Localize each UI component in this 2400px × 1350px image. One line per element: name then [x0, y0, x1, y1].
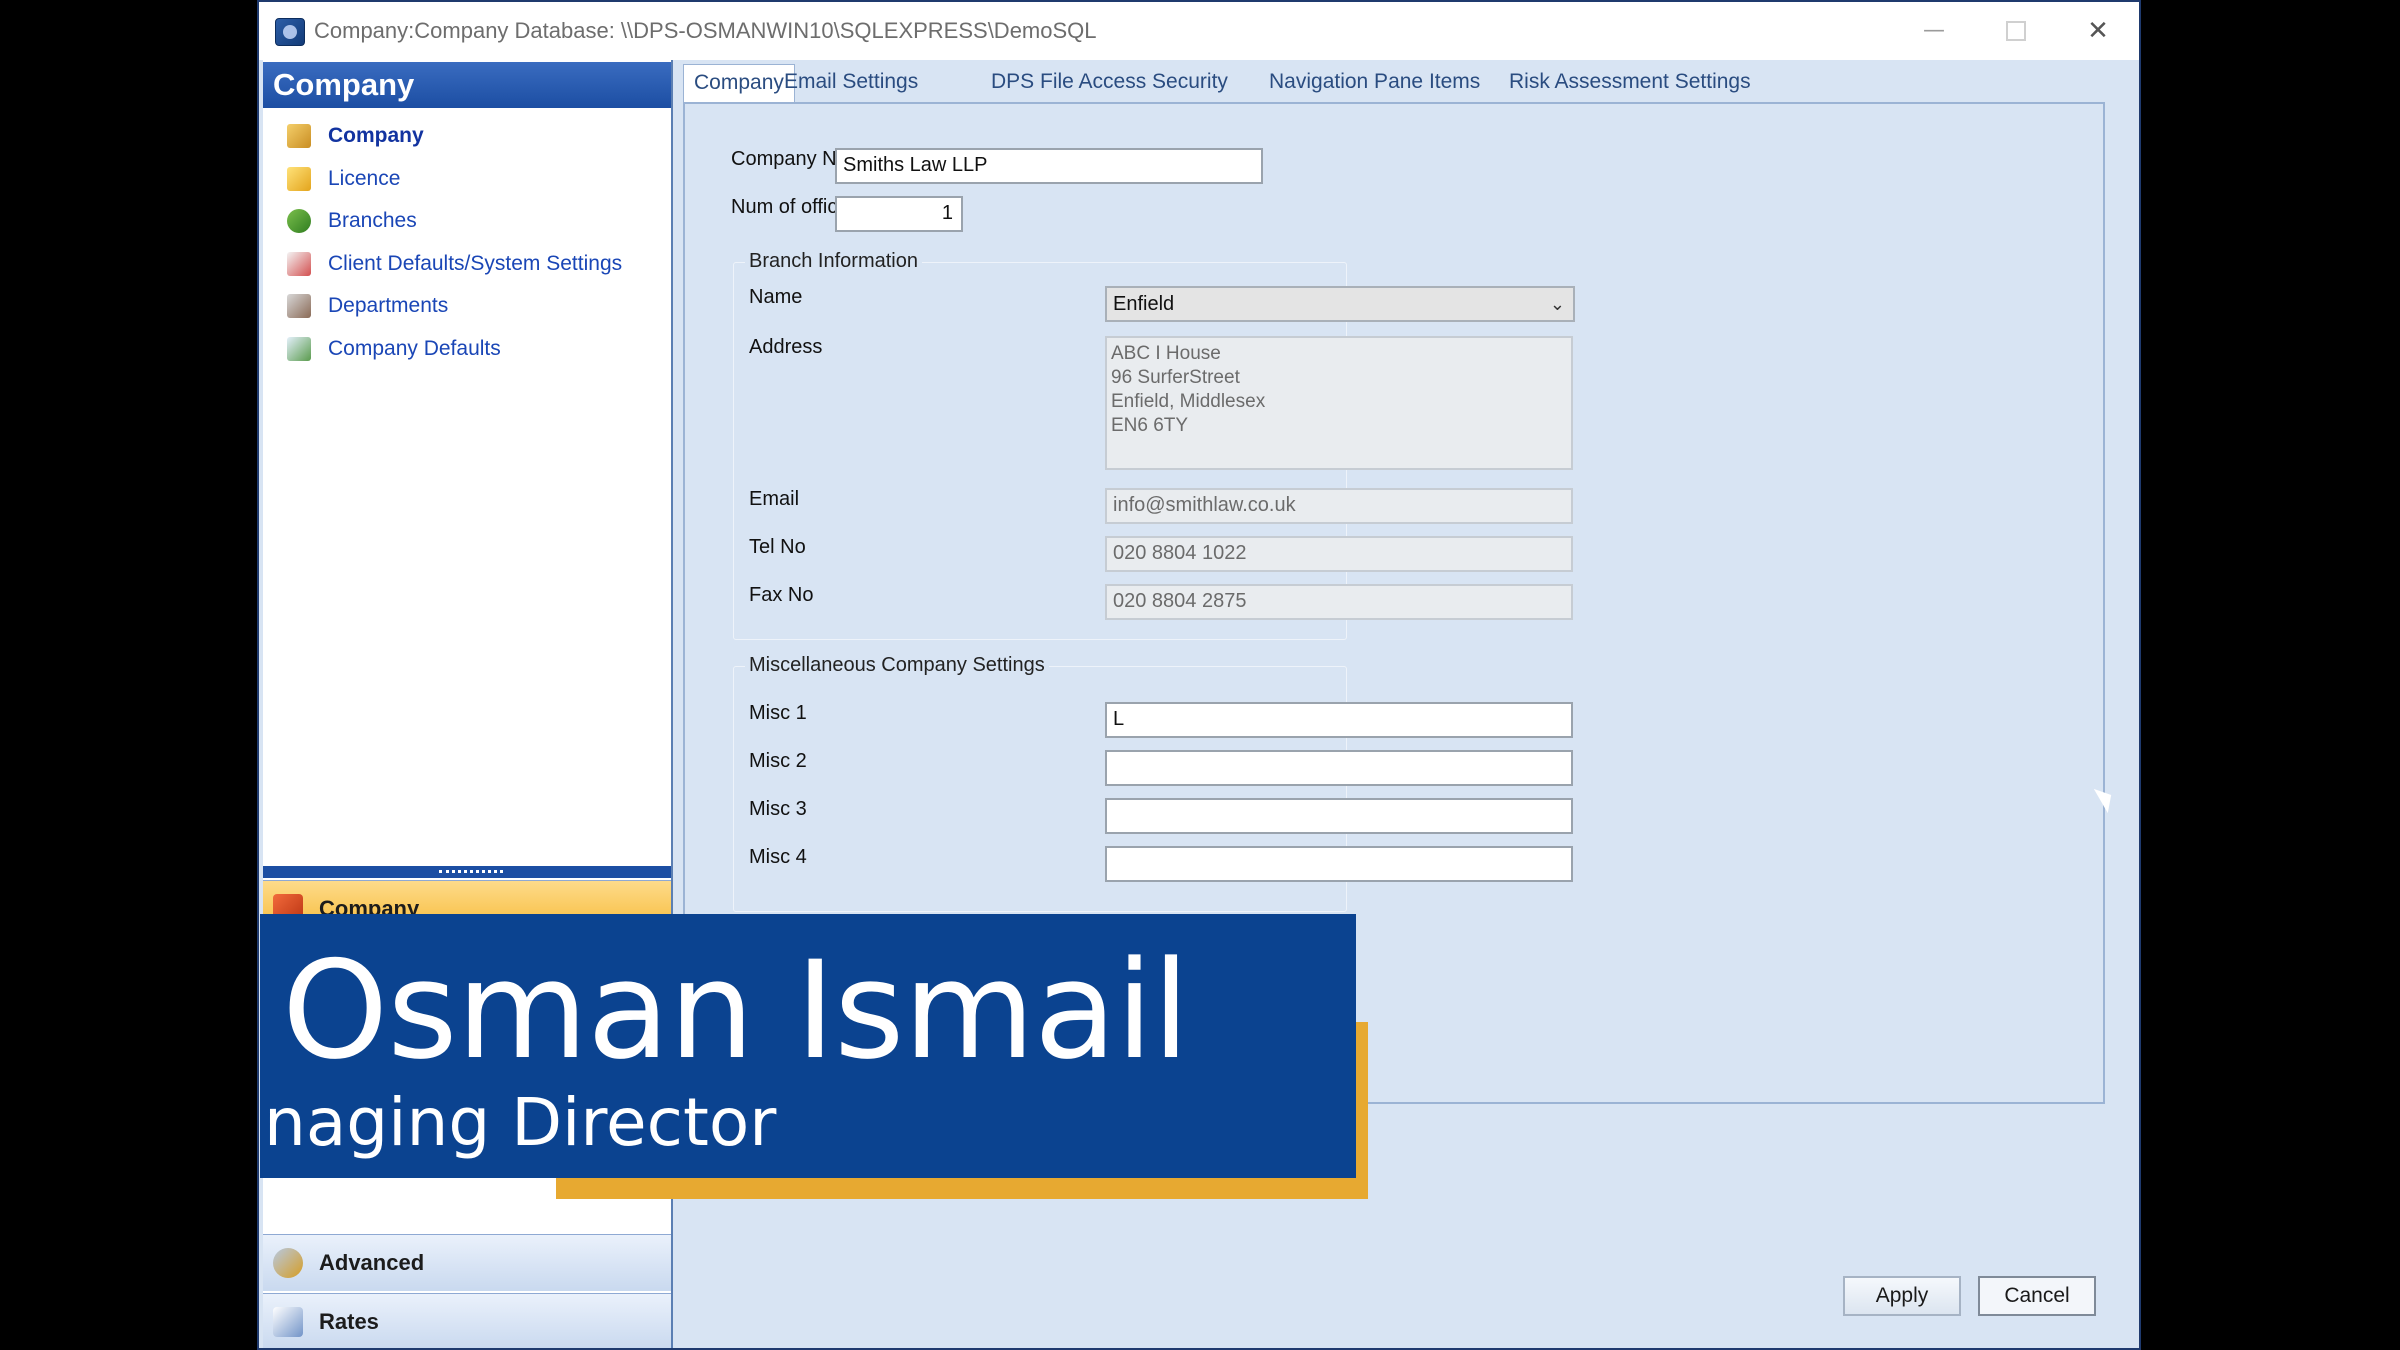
- address-line: EN6 6TY: [1111, 415, 1189, 436]
- nav-button-rates[interactable]: Rates: [263, 1293, 671, 1348]
- address-line: ABC I House: [1111, 343, 1221, 364]
- tel-label: Tel No: [749, 536, 806, 558]
- maximize-button[interactable]: [1997, 14, 2035, 48]
- close-button[interactable]: ✕: [2079, 14, 2117, 48]
- num-offices-input[interactable]: 1: [835, 196, 963, 232]
- licence-icon: [287, 166, 311, 191]
- misc4-label: Misc 4: [749, 846, 807, 868]
- nav-item-label: Company: [328, 124, 424, 148]
- misc3-input[interactable]: [1105, 798, 1573, 834]
- nav-item-label: Departments: [328, 294, 449, 318]
- email-field[interactable]: info@smithlaw.co.uk: [1105, 488, 1573, 524]
- nav-button-label: Advanced: [319, 1250, 425, 1275]
- company-icon: [287, 124, 311, 149]
- advanced-icon: [273, 1248, 303, 1278]
- window-title: Company:Company Database: \\DPS-OSMANWIN…: [314, 18, 1097, 43]
- tel-field[interactable]: 020 8804 1022: [1105, 536, 1573, 572]
- title-bar[interactable]: Company:Company Database: \\DPS-OSMANWIN…: [259, 2, 2139, 60]
- branch-name-value: Enfield: [1113, 293, 1175, 315]
- address-line: 96 SurferStreet: [1111, 367, 1240, 388]
- client-defaults-icon: [287, 251, 311, 276]
- nav-item-label: Client Defaults/System Settings: [328, 251, 623, 275]
- tab-navigation-pane-items[interactable]: Navigation Pane Items: [1259, 64, 1490, 102]
- tab-risk-assessment-settings[interactable]: Risk Assessment Settings: [1499, 64, 1761, 102]
- tab-dps-file-access-security[interactable]: DPS File Access Security: [981, 64, 1238, 102]
- address-label: Address: [749, 336, 823, 358]
- nav-list: Company Licence Branches Client Defaults…: [263, 115, 671, 370]
- branch-information-title: Branch Information: [745, 250, 922, 273]
- maximize-icon: [2006, 21, 2026, 41]
- misc3-label: Misc 3: [749, 798, 807, 820]
- presenter-role: naging Director: [264, 1084, 777, 1161]
- misc4-input[interactable]: [1105, 846, 1573, 882]
- misc1-input[interactable]: L: [1105, 702, 1573, 738]
- minimize-button[interactable]: —: [1915, 14, 1953, 48]
- nav-item-label: Branches: [328, 209, 417, 233]
- chevron-down-icon: ⌄: [1549, 294, 1565, 315]
- misc-settings-title: Miscellaneous Company Settings: [745, 654, 1049, 677]
- rates-icon: [273, 1307, 303, 1337]
- nav-item-company[interactable]: Company: [263, 115, 671, 158]
- fax-field[interactable]: 020 8804 2875: [1105, 584, 1573, 620]
- cancel-button[interactable]: Cancel: [1978, 1276, 2096, 1316]
- departments-icon: [287, 294, 311, 319]
- company-name-input[interactable]: Smiths Law LLP: [835, 148, 1263, 184]
- nav-item-branches[interactable]: Branches: [263, 200, 671, 243]
- misc2-input[interactable]: [1105, 750, 1573, 786]
- misc2-label: Misc 2: [749, 750, 807, 772]
- nav-item-departments[interactable]: Departments: [263, 285, 671, 328]
- nav-header: Company: [263, 62, 671, 108]
- branch-name-dropdown[interactable]: Enfield ⌄: [1105, 286, 1575, 322]
- nav-button-label: Rates: [319, 1309, 379, 1334]
- nav-button-advanced[interactable]: Advanced: [263, 1234, 671, 1291]
- nav-item-company-defaults[interactable]: Company Defaults: [263, 328, 671, 371]
- presenter-name: Osman Ismail: [282, 932, 1190, 1089]
- branches-icon: [287, 209, 311, 234]
- company-defaults-icon: [287, 336, 311, 361]
- address-field[interactable]: ABC I House 96 SurferStreet Enfield, Mid…: [1105, 336, 1573, 470]
- misc1-label: Misc 1: [749, 702, 807, 724]
- tab-strip: Company Email Settings DPS File Access S…: [683, 62, 2139, 104]
- nav-item-label: Company Defaults: [328, 336, 501, 360]
- nav-item-licence[interactable]: Licence: [263, 158, 671, 201]
- app-icon: [275, 18, 305, 46]
- screen: Company:Company Database: \\DPS-OSMANWIN…: [0, 0, 2400, 1350]
- pane-splitter[interactable]: [263, 866, 671, 878]
- tab-email-settings[interactable]: Email Settings: [774, 64, 928, 102]
- address-line: Enfield, Middlesex: [1111, 391, 1266, 412]
- branch-name-label: Name: [749, 286, 803, 308]
- fax-label: Fax No: [749, 584, 814, 606]
- email-label: Email: [749, 488, 800, 510]
- nav-item-label: Licence: [328, 166, 401, 190]
- apply-button[interactable]: Apply: [1843, 1276, 1961, 1316]
- splitter-grip: [439, 870, 503, 874]
- nav-item-client-defaults[interactable]: Client Defaults/System Settings: [263, 243, 671, 286]
